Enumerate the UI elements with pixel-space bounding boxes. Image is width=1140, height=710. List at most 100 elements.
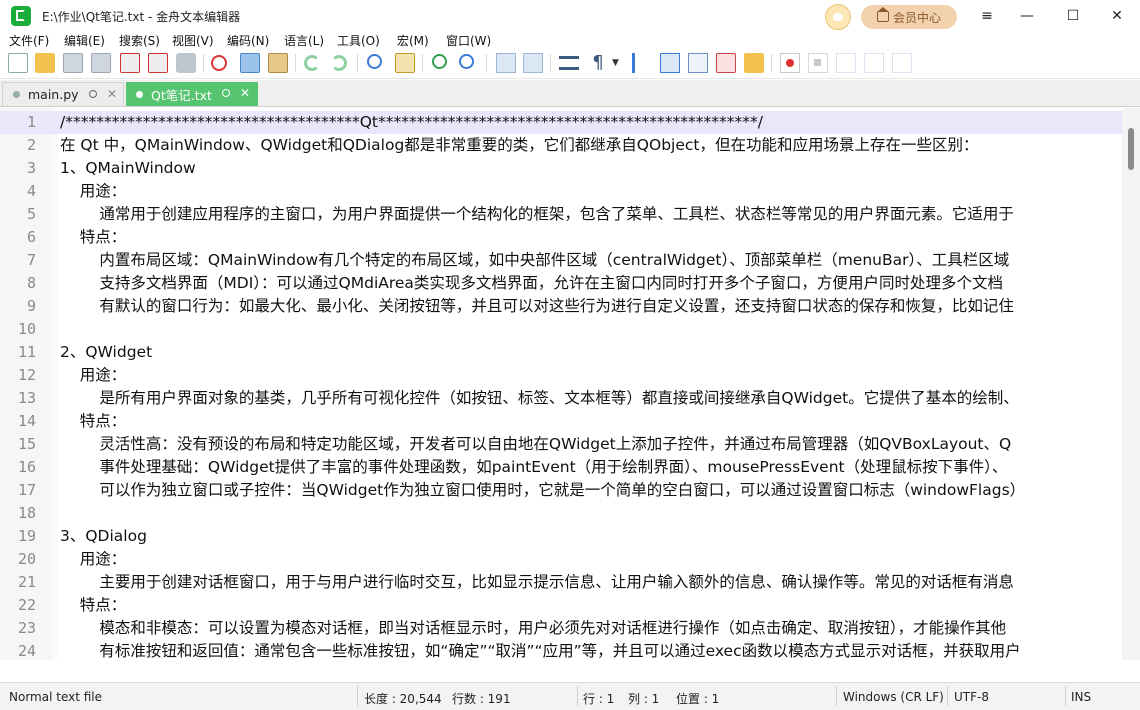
tab-qt-notes[interactable]: Qt笔记.txt ✕ — [126, 82, 258, 106]
editor-line[interactable]: 16 事件处理基础：QWidget提供了丰富的事件处理函数，如paintEven… — [0, 456, 1122, 479]
close-file-icon[interactable] — [120, 53, 140, 73]
insert-mode[interactable]: INS — [1071, 690, 1091, 704]
horizontal-scrollbar[interactable] — [0, 660, 1140, 682]
line-text: 内置布局区域：QMainWindow有几个特定的布局区域，如中央部件区域（cen… — [60, 251, 1010, 269]
close-all-icon[interactable] — [148, 53, 168, 73]
stop-macro-icon[interactable] — [808, 53, 828, 73]
line-text: 有默认的窗口行为：如最大化、最小化、关闭按钮等，并且可以对这些行为进行自定义设置… — [60, 297, 1014, 315]
vip-center-button[interactable]: 会员中心 — [861, 5, 957, 29]
editor-line[interactable]: 21 主要用于创建对话框窗口，用于与用户进行临时交互，比如显示提示信息、让用户输… — [0, 571, 1122, 594]
pin-icon[interactable] — [89, 90, 97, 98]
editor-line[interactable]: 14 特点： — [0, 410, 1122, 433]
menu-macro[interactable]: 宏(M) — [397, 32, 429, 49]
close-tab-icon[interactable]: ✕ — [240, 86, 250, 100]
editor-line[interactable]: 2 在 Qt 中，QMainWindow、QWidget和QDialog都是非常重… — [0, 134, 1122, 157]
folder-icon[interactable] — [744, 53, 764, 73]
editor-line[interactable]: 3 1、QMainWindow — [0, 157, 1122, 180]
editor-line[interactable]: 7 内置布局区域：QMainWindow有几个特定的布局区域，如中央部件区域（c… — [0, 249, 1122, 272]
editor-line[interactable]: 10 — [0, 318, 1122, 341]
sync-horizontal-icon[interactable] — [523, 53, 543, 73]
menu-encoding[interactable]: 编码(N) — [227, 32, 269, 49]
maximize-button[interactable]: ☐ — [1050, 0, 1096, 32]
find-icon[interactable] — [367, 54, 382, 69]
print-icon[interactable] — [176, 53, 196, 73]
save-all-icon[interactable] — [91, 53, 111, 73]
menu-window[interactable]: 窗口(W) — [446, 32, 491, 49]
toolbar-separator — [295, 54, 296, 72]
editor-line[interactable]: 17 可以作为独立窗口或子控件：当QWidget作为独立窗口使用时，它就是一个简… — [0, 479, 1122, 502]
function-list-icon[interactable] — [688, 53, 708, 73]
line-text: 在 Qt 中，QMainWindow、QWidget和QDialog都是非常重要… — [60, 136, 979, 154]
zoom-out-icon[interactable] — [459, 54, 474, 69]
show-all-chars-icon[interactable]: ¶ — [588, 53, 608, 73]
pin-icon[interactable] — [222, 89, 230, 97]
line-number: 15 — [17, 435, 36, 453]
editor-line[interactable]: 22 特点： — [0, 594, 1122, 617]
line-number: 22 — [17, 596, 36, 614]
editor-line[interactable]: 19 3、QDialog — [0, 525, 1122, 548]
menu-language[interactable]: 语言(L) — [284, 32, 324, 49]
editor-line[interactable]: 5 通常用于创建应用程序的主窗口，为用户界面提供一个结构化的框架，包含了菜单、工… — [0, 203, 1122, 226]
toolbar-separator — [422, 54, 423, 72]
editor-line[interactable]: 13 是所有用户界面对象的基类，几乎所有可视化控件（如按钮、标签、文本框等）都直… — [0, 387, 1122, 410]
new-file-icon[interactable] — [8, 53, 28, 73]
save-icon[interactable] — [63, 53, 83, 73]
menu-file[interactable]: 文件(F) — [9, 32, 49, 49]
editor-line[interactable]: 20 用途： — [0, 548, 1122, 571]
cut-icon[interactable] — [211, 55, 227, 71]
play-macro-icon[interactable] — [836, 53, 856, 73]
chevron-down-icon[interactable]: ▼ — [612, 53, 622, 73]
tab-main-py[interactable]: main.py ✕ — [2, 82, 124, 106]
toolbar-separator — [357, 54, 358, 72]
record-macro-icon[interactable] — [780, 53, 800, 73]
line-text: 通常用于创建应用程序的主窗口，为用户界面提供一个结构化的框架，包含了菜单、工具栏… — [60, 205, 1014, 223]
encoding[interactable]: UTF-8 — [954, 690, 989, 704]
menu-edit[interactable]: 编辑(E) — [64, 32, 105, 49]
crown-icon — [876, 7, 889, 22]
doc-length: 长度 : 20,544 — [364, 692, 442, 706]
close-button[interactable]: ✕ — [1094, 0, 1140, 32]
word-wrap-icon[interactable] — [559, 56, 579, 70]
eol-format[interactable]: Windows (CR LF) — [843, 690, 944, 704]
line-number: 21 — [17, 573, 36, 591]
line-number: 3 — [26, 159, 36, 177]
file-status-dot — [136, 90, 143, 98]
editor-line[interactable]: 15 灵活性高：没有预设的布局和特定功能区域，开发者可以自由地在QWidget上… — [0, 433, 1122, 456]
editor-line[interactable]: 9 有默认的窗口行为：如最大化、最小化、关闭按钮等，并且可以对这些行为进行自定义… — [0, 295, 1122, 318]
indent-guide-icon[interactable] — [632, 53, 652, 73]
toolbar: ¶ ▼ — [0, 49, 1140, 79]
line-text: 3、QDialog — [60, 527, 147, 545]
formula-icon[interactable] — [716, 53, 736, 73]
zoom-in-icon[interactable] — [432, 54, 447, 69]
cursor-col: 列 : 1 — [628, 692, 660, 706]
line-number: 8 — [26, 274, 36, 292]
replace-icon[interactable] — [395, 53, 415, 73]
text-editor[interactable]: 1 /**************************************… — [0, 108, 1140, 660]
redo-icon[interactable] — [331, 55, 347, 71]
minimize-button[interactable]: — — [1004, 0, 1050, 32]
save-macro-icon[interactable] — [892, 53, 912, 73]
paste-icon[interactable] — [268, 53, 288, 73]
menu-tools[interactable]: 工具(O) — [337, 32, 380, 49]
editor-line[interactable]: 12 用途： — [0, 364, 1122, 387]
editor-line[interactable]: 11 2、QWidget — [0, 341, 1122, 364]
editor-line[interactable]: 8 支持多文档界面（MDI）：可以通过QMdiArea类实现多文档界面，允许在主… — [0, 272, 1122, 295]
close-tab-icon[interactable]: ✕ — [107, 87, 117, 101]
editor-line[interactable]: 4 用途： — [0, 180, 1122, 203]
menu-search[interactable]: 搜索(S) — [119, 32, 160, 49]
menu-view[interactable]: 视图(V) — [172, 32, 214, 49]
user-avatar[interactable] — [825, 4, 851, 30]
open-file-icon[interactable] — [35, 53, 55, 73]
editor-line[interactable]: 23 模态和非模态：可以设置为模态对话框，即当对话框显示时，用户必须先对对话框进… — [0, 617, 1122, 640]
document-map-icon[interactable] — [660, 53, 680, 73]
vertical-scrollbar[interactable] — [1122, 108, 1140, 660]
sync-vertical-icon[interactable] — [496, 53, 516, 73]
undo-icon[interactable] — [304, 55, 320, 71]
run-macro-icon[interactable] — [864, 53, 884, 73]
editor-line[interactable]: 24 有标准按钮和返回值：通常包含一些标准按钮，如“确定”“取消”“应用”等，并… — [0, 640, 1122, 660]
editor-line[interactable]: 6 特点： — [0, 226, 1122, 249]
copy-icon[interactable] — [240, 53, 260, 73]
editor-line[interactable]: 18 — [0, 502, 1122, 525]
scrollbar-thumb[interactable] — [1128, 128, 1134, 170]
editor-line[interactable]: 1 /**************************************… — [0, 111, 1122, 134]
